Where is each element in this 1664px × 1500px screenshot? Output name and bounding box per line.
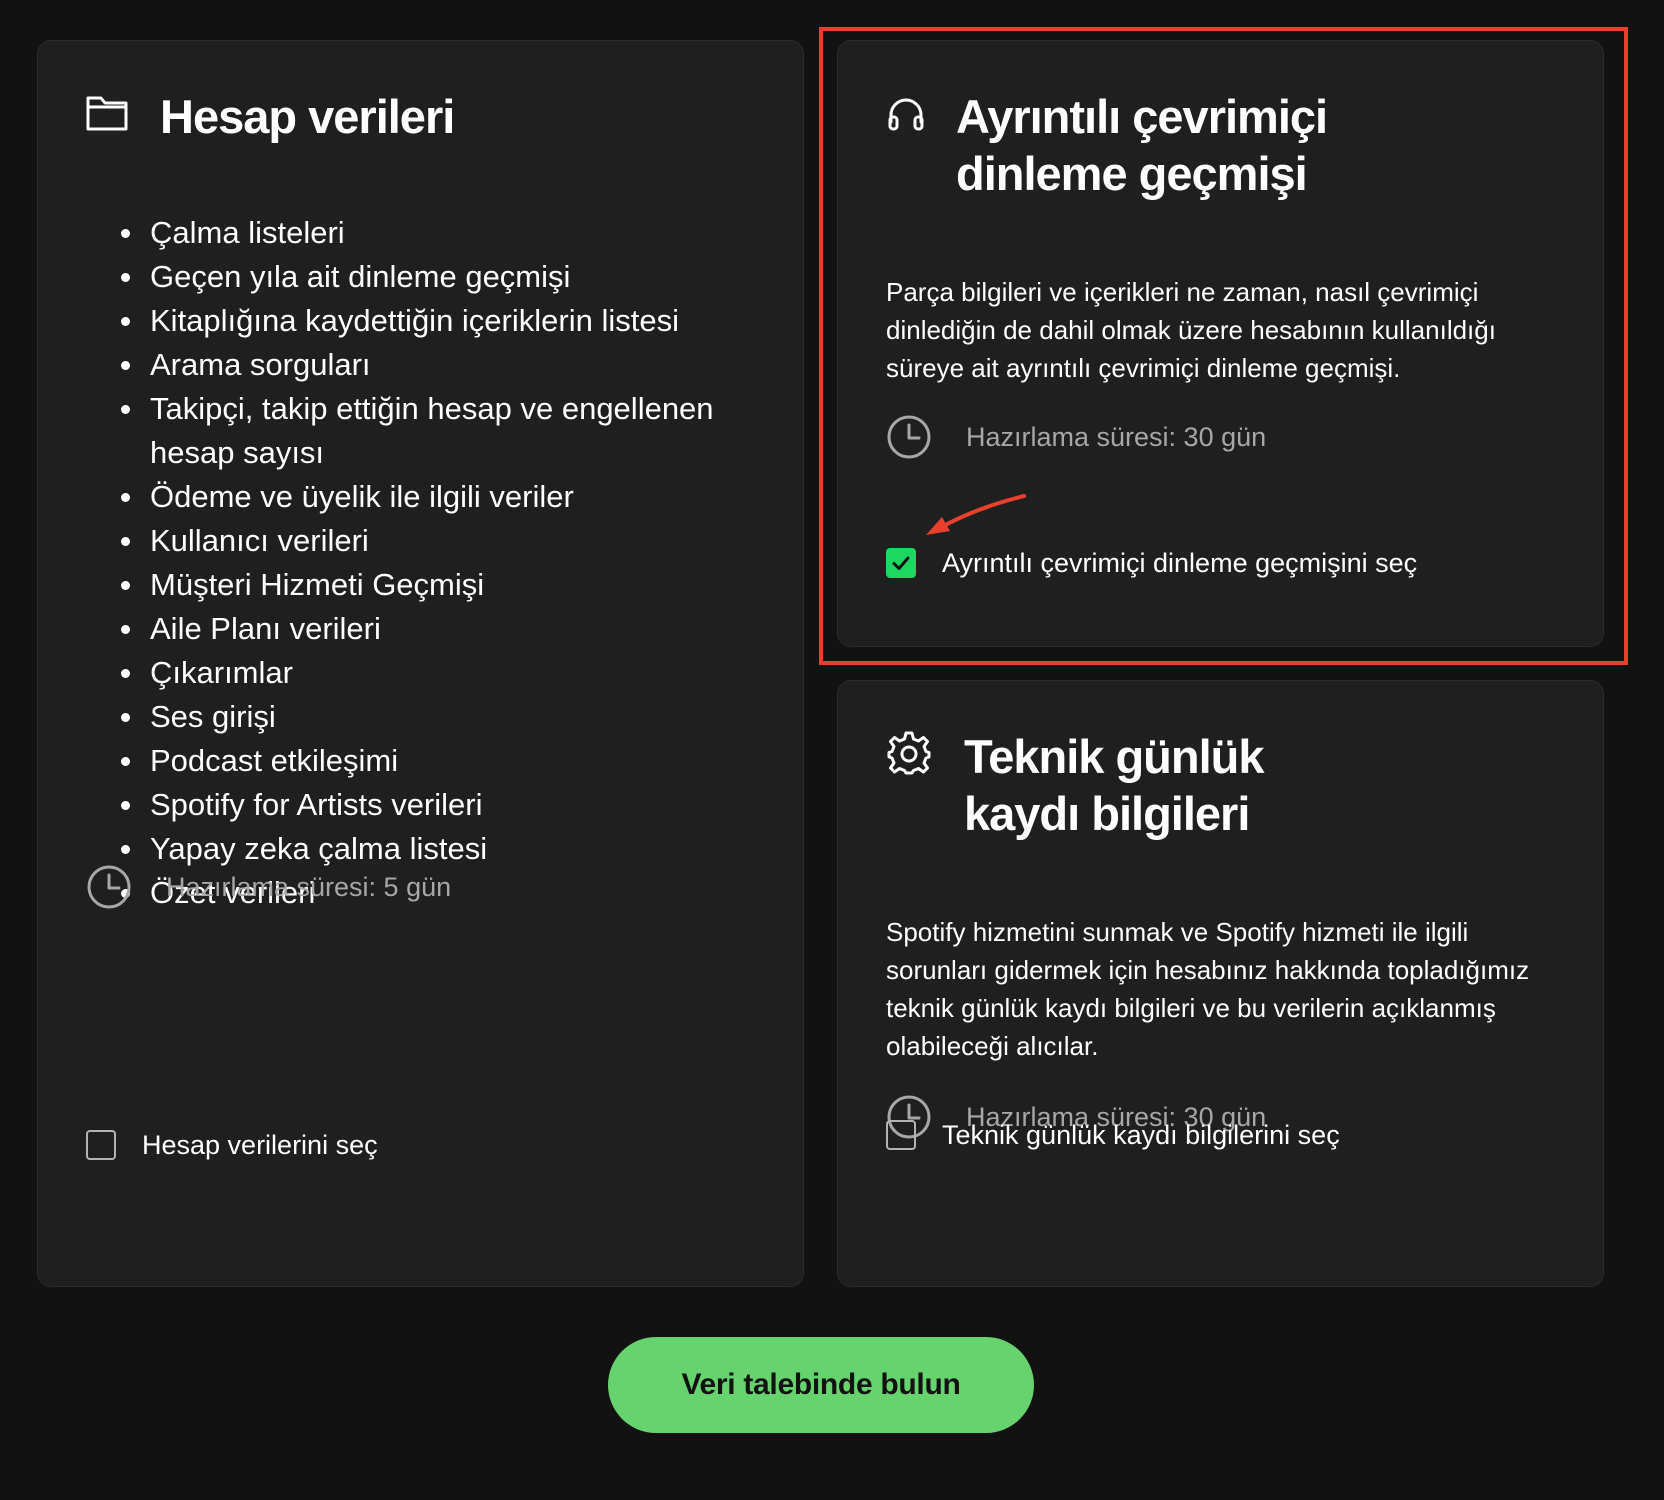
- gear-icon: [887, 731, 931, 775]
- list-item: Çalma listeleri: [121, 211, 771, 255]
- list-item: Spotify for Artists verileri: [121, 783, 771, 827]
- headphones-icon: [888, 98, 924, 131]
- annotation-arrow-icon: [926, 494, 1026, 535]
- checkmark-icon: [892, 556, 910, 570]
- list-item: Müşteri Hizmeti Geçmişi: [121, 563, 771, 607]
- card-title-line-2: dinleme geçmişi: [956, 147, 1308, 200]
- list-item: Podcast etkileşimi: [121, 739, 771, 783]
- prep-time-row: Hazırlama süresi: 30 gün: [886, 414, 1486, 462]
- list-item: Kullanıcı verileri: [121, 519, 771, 563]
- list-item: Geçen yıla ait dinleme geçmişi: [121, 255, 771, 299]
- card-title: Hesap verileri: [160, 90, 455, 143]
- select-extended-history-checkbox-row[interactable]: Ayrıntılı çevrimiçi dinleme geçmişini se…: [886, 547, 1526, 583]
- select-extended-history-checkbox[interactable]: [886, 548, 916, 578]
- select-account-data-checkbox[interactable]: [86, 1130, 116, 1160]
- list-item: Kitaplığına kaydettiğin içeriklerin list…: [121, 299, 771, 343]
- select-technical-log-checkbox[interactable]: [886, 1120, 916, 1150]
- checkbox-label: Teknik günlük kaydı bilgilerini seç: [942, 1120, 1340, 1150]
- prep-time-text: Hazırlama süresi: 5 gün: [166, 872, 452, 902]
- clock-icon: [87, 865, 131, 909]
- account-data-card: Hesap verileri Çalma listeleri Geçen yıla…: [37, 40, 804, 1287]
- list-item: Ödeme ve üyelik ile ilgili veriler: [121, 475, 771, 519]
- list-item: Ses girişi: [121, 695, 771, 739]
- list-item: Arama sorguları: [121, 343, 771, 387]
- select-technical-log-checkbox-row[interactable]: Teknik günlük kaydı bilgilerini seç: [886, 1119, 1486, 1155]
- card-title-line-1: Teknik günlük: [964, 730, 1264, 783]
- card-title-line-1: Ayrıntılı çevrimiçi: [956, 90, 1328, 143]
- extended-history-card: Ayrıntılı çevrimiçi dinleme geçmişi Parç…: [837, 40, 1604, 647]
- account-data-list: Çalma listeleri Geçen yıla ait dinleme ge…: [121, 211, 771, 915]
- list-item: Çıkarımlar: [121, 651, 771, 695]
- folder-icon: [86, 96, 128, 131]
- card-title-line-2: kaydı bilgileri: [964, 787, 1250, 840]
- prep-time-text: Hazırlama süresi: 30 gün: [966, 422, 1267, 452]
- list-item: Takipçi, takip ettiğin hesap ve engellen…: [121, 387, 771, 475]
- card-description: Spotify hizmetini sunmak ve Spotify hizm…: [886, 917, 1530, 1061]
- clock-icon: [887, 415, 931, 459]
- list-item: Aile Planı verileri: [121, 607, 771, 651]
- request-data-button[interactable]: Veri talebinde bulun: [608, 1337, 1034, 1433]
- checkbox-label: Ayrıntılı çevrimiçi dinleme geçmişini se…: [942, 548, 1418, 578]
- technical-log-card: Teknik günlük kaydı bilgileri Spotify hi…: [837, 680, 1604, 1287]
- select-account-data-checkbox-row[interactable]: Hesap verilerini seç: [86, 1129, 586, 1165]
- prep-time-row: Hazırlama süresi: 5 gün: [86, 864, 686, 912]
- card-description: Parça bilgileri ve içerikleri ne zaman, …: [886, 277, 1496, 383]
- checkbox-label: Hesap verilerini seç: [142, 1130, 378, 1160]
